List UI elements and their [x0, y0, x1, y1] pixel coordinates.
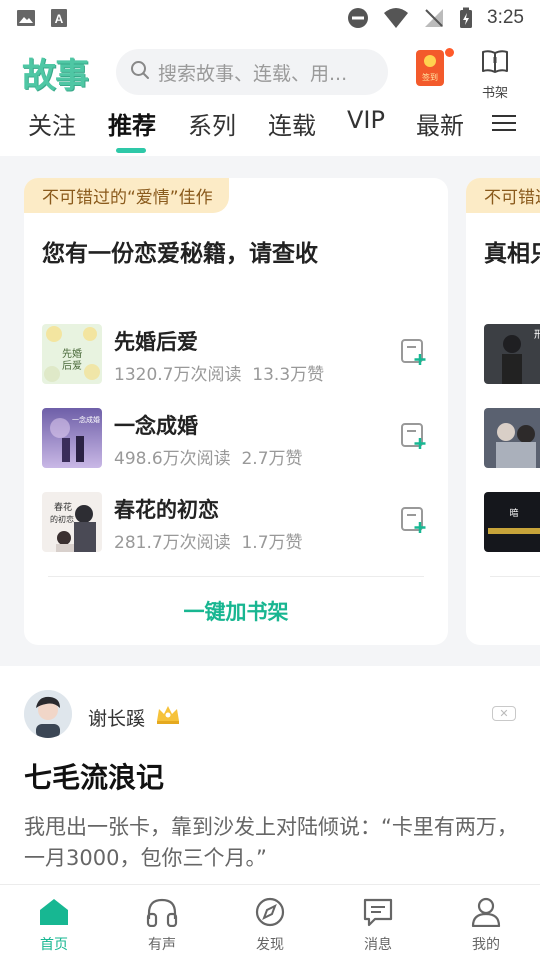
svg-text:春花: 春花 [54, 501, 72, 513]
bookshelf-icon [480, 48, 510, 80]
read-count: 1320.7万次阅读 [114, 365, 242, 385]
nav-discover[interactable]: 发现 [216, 885, 324, 960]
bookshelf-button[interactable]: 书架 [474, 48, 516, 101]
svg-text:一念成婚: 一念成婚 [72, 415, 100, 424]
book-cover [484, 408, 540, 468]
card-divider [490, 576, 540, 577]
app-header: 故事 搜索故事、连载、用... 签到 书架 [0, 42, 540, 102]
add-all-to-shelf-button[interactable]: 一键加书架 [24, 596, 448, 626]
like-count: 1.7万赞 [241, 533, 303, 553]
book-item[interactable]: 春花 的初恋 春花的初恋 281.7万次阅读 1.7万赞 [42, 492, 432, 554]
nav-home-label: 首页 [40, 937, 68, 953]
dismiss-post-icon[interactable]: ✕ [492, 706, 516, 721]
card-divider [48, 576, 424, 577]
add-to-shelf-icon[interactable] [400, 338, 428, 366]
read-count: 281.7万次阅读 [114, 533, 231, 553]
tab-latest[interactable]: 最新 [416, 106, 464, 141]
add-to-shelf-icon[interactable] [400, 506, 428, 534]
book-title: 春花的初恋 [114, 498, 219, 522]
nav-home[interactable]: 首页 [0, 885, 108, 960]
book-item[interactable]: 一念成婚 一念成婚 498.6万次阅读 2.7万赞 [42, 408, 432, 470]
menu-icon [492, 113, 516, 137]
font-notification-icon: A [50, 8, 68, 28]
wifi-icon [383, 7, 409, 29]
checkin-label: 签到 [422, 73, 438, 82]
like-count: 2.7万赞 [241, 449, 303, 469]
category-tabs: 关注 推荐 系列 连载 VIP 最新 [0, 100, 540, 156]
home-icon [37, 897, 71, 931]
tab-series[interactable]: 系列 [188, 106, 236, 141]
bookshelf-label: 书架 [481, 86, 508, 101]
battery-charging-icon [459, 7, 473, 29]
active-tab-indicator [116, 148, 146, 153]
tab-menu-button[interactable] [464, 100, 540, 150]
bottom-navigation: 首页 有声 发现 消息 我的 [0, 884, 540, 960]
svg-text:的初恋: 的初恋 [50, 514, 74, 524]
card-tag: 不可错过的“爱情”佳作 [24, 178, 229, 213]
compass-icon [253, 897, 287, 931]
tab-vip[interactable]: VIP [347, 106, 385, 134]
avatar[interactable] [24, 690, 72, 738]
author-name[interactable]: 谢长蹊 [88, 704, 145, 731]
read-count: 498.6万次阅读 [114, 449, 231, 469]
headphones-icon [145, 897, 179, 931]
like-count: 13.3万赞 [252, 365, 325, 385]
recommend-carousel[interactable]: 不可错过的“爱情”佳作 您有一份恋爱秘籍，请查收 先婚 后爱 先婚后爱 1320.… [0, 156, 540, 666]
crown-icon [155, 703, 181, 729]
no-signal-icon [423, 7, 445, 29]
recommend-card[interactable]: 不可错过的“爱情”佳作 您有一份恋爱秘籍，请查收 先婚 后爱 先婚后爱 1320.… [24, 178, 448, 645]
nav-messages[interactable]: 消息 [324, 885, 432, 960]
post-title[interactable]: 七毛流浪记 [24, 756, 164, 796]
message-icon [361, 897, 395, 931]
checkin-redpacket-button[interactable]: 签到 [416, 50, 444, 86]
card-title: 您有一份恋爱秘籍，请查收 [42, 241, 318, 267]
card-title: 真相只 [484, 241, 540, 267]
tab-recommend[interactable]: 推荐 [108, 106, 156, 141]
post-excerpt[interactable]: 我甩出一张卡，靠到沙发上对陆倾说：“卡里有两万，一月3000，包你三个月。” [24, 812, 520, 874]
book-title: 先婚后爱 [114, 330, 198, 354]
book-title: 一念成婚 [114, 414, 198, 438]
notification-dot [445, 48, 454, 57]
tab-follow[interactable]: 关注 [28, 106, 76, 141]
book-stats: 281.7万次阅读 1.7万赞 [114, 528, 303, 553]
app-logo: 故事 [22, 55, 89, 96]
nav-audio-label: 有声 [148, 937, 176, 953]
svg-text:暗: 暗 [509, 507, 518, 519]
book-cover: 春花 的初恋 [42, 492, 102, 552]
image-notification-icon [16, 8, 36, 28]
nav-profile-label: 我的 [472, 937, 500, 953]
book-stats: 498.6万次阅读 2.7万赞 [114, 444, 303, 469]
search-bar[interactable]: 搜索故事、连载、用... [116, 49, 388, 95]
tab-serial[interactable]: 连载 [268, 106, 316, 141]
card-tag: 不可错过的 [466, 178, 540, 213]
nav-messages-label: 消息 [364, 937, 392, 953]
recommend-card-next[interactable]: 不可错过的 真相只 刑 暗 [466, 178, 540, 645]
book-item[interactable]: 先婚 后爱 先婚后爱 1320.7万次阅读 13.3万赞 [42, 324, 432, 386]
svg-text:A: A [55, 12, 64, 26]
story-post[interactable]: 谢长蹊 ✕ 七毛流浪记 我甩出一张卡，靠到沙发上对陆倾说：“卡里有两万，一月30… [0, 666, 540, 884]
nav-audio[interactable]: 有声 [108, 885, 216, 960]
book-cover: 一念成婚 [42, 408, 102, 468]
svg-text:刑: 刑 [534, 328, 540, 341]
book-cover: 先婚 后爱 [42, 324, 102, 384]
book-stats: 1320.7万次阅读 13.3万赞 [114, 360, 324, 385]
nav-profile[interactable]: 我的 [432, 885, 540, 960]
coin-icon [424, 55, 436, 67]
nav-discover-label: 发现 [256, 937, 284, 953]
status-bar: A 3:25 [0, 0, 540, 36]
profile-icon [469, 897, 503, 931]
search-placeholder: 搜索故事、连载、用... [158, 62, 348, 85]
book-cover: 暗 [484, 492, 540, 552]
do-not-disturb-icon [347, 7, 369, 29]
svg-text:后爱: 后爱 [62, 359, 82, 372]
book-cover: 刑 [484, 324, 540, 384]
clock: 3:25 [487, 7, 524, 28]
add-to-shelf-icon[interactable] [400, 422, 428, 450]
search-icon [130, 60, 150, 84]
svg-text:先婚: 先婚 [62, 347, 82, 360]
